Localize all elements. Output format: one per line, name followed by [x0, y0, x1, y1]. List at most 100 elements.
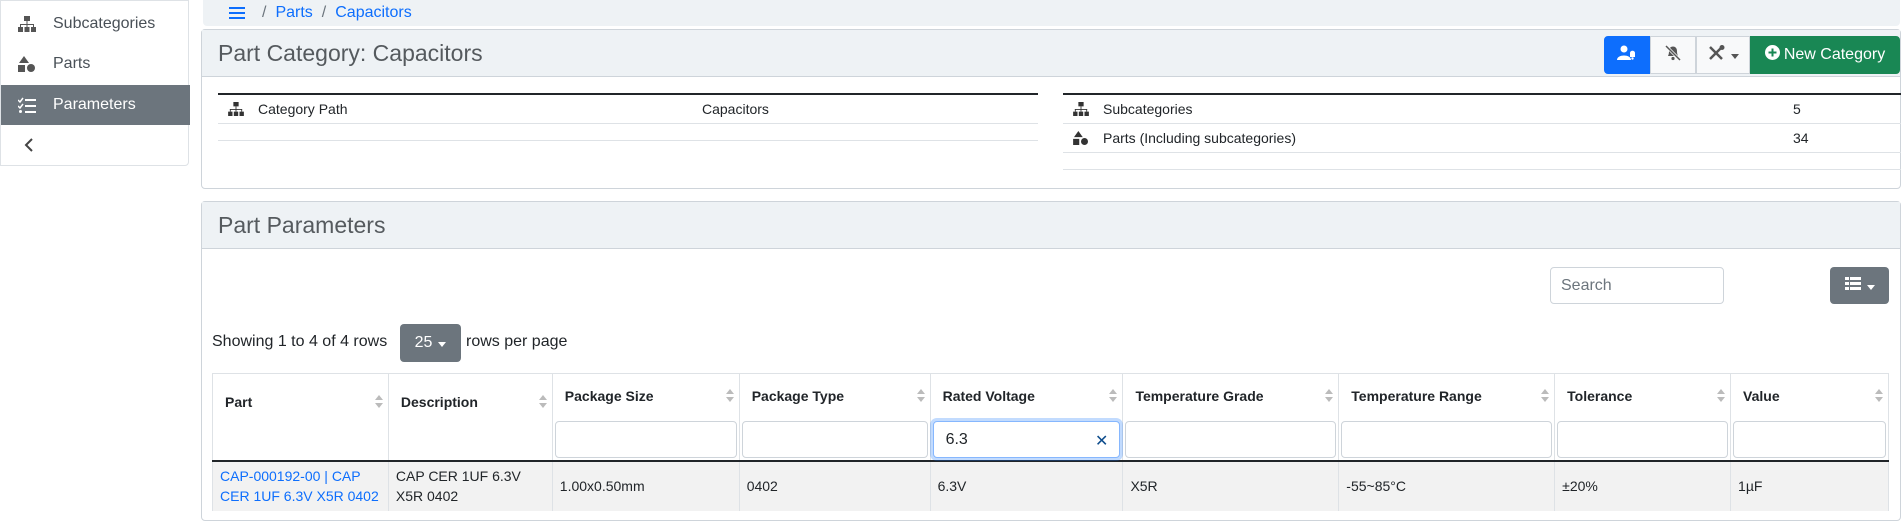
column-header-label: Description	[400, 394, 478, 410]
search-input[interactable]	[1550, 267, 1724, 304]
sort-icon	[374, 395, 383, 408]
filter-rated-voltage[interactable]	[932, 421, 1121, 458]
sort-icon	[538, 395, 547, 408]
breadcrumb-parts-link[interactable]: Parts	[275, 4, 312, 22]
cell-description: CAP CER 1UF 6.3V X5R 0402	[387, 460, 553, 511]
mute-notifications-button[interactable]	[1650, 36, 1696, 74]
parameters-table: Part Description Package Size Package Ty…	[212, 373, 1889, 511]
parts-count-row: Parts (Including subcategories) 34	[1063, 124, 1901, 153]
column-header-temperature-range[interactable]: Temperature Range	[1338, 373, 1556, 462]
empty-row	[218, 124, 1038, 141]
cell-temperature-grade: X5R	[1122, 460, 1340, 511]
sort-icon	[1325, 389, 1334, 402]
cell-package-size: 1.00x0.50mm	[551, 460, 740, 511]
sidebar-item-label: Subcategories	[53, 15, 156, 32]
sort-icon	[1109, 389, 1118, 402]
category-panel: Part Category: Capacitors New Category C…	[201, 29, 1901, 189]
category-options-dropdown[interactable]	[1696, 36, 1750, 74]
subcategories-count-row: Subcategories 5	[1063, 95, 1901, 124]
category-actions: New Category	[1604, 36, 1900, 74]
category-stats-table: Subcategories 5 Parts (Including subcate…	[1063, 93, 1901, 170]
menu-icon[interactable]	[229, 6, 245, 20]
sort-icon	[1541, 389, 1550, 402]
shapes-icon	[15, 56, 39, 72]
tools-icon	[1708, 44, 1726, 66]
part-link[interactable]: CAP-000192-00 | CAP CER 1UF 6.3V X5R 040…	[220, 468, 379, 504]
cell-temperature-range: -55~85°C	[1338, 460, 1556, 511]
new-category-label: New Category	[1783, 46, 1886, 63]
plus-circle-icon	[1764, 45, 1780, 65]
column-header-description[interactable]: Description	[387, 373, 553, 462]
caret-down-icon	[438, 334, 447, 352]
sidebar-item-label: Parameters	[53, 96, 136, 113]
category-path-table: Category Path Capacitors	[218, 93, 1038, 141]
list-icon	[1844, 276, 1861, 295]
bell-slash-icon	[1664, 44, 1682, 66]
category-path-row: Category Path Capacitors	[218, 95, 1038, 124]
subcategories-count: 5	[1793, 101, 1801, 117]
cell-part: CAP-000192-00 | CAP CER 1UF 6.3V X5R 040…	[212, 460, 389, 511]
sidebar-collapse-button[interactable]	[1, 125, 190, 165]
column-header-temperature-grade[interactable]: Temperature Grade	[1122, 373, 1340, 462]
rows-per-page-dropdown[interactable]: 25	[400, 324, 461, 362]
rows-per-page-label: rows per page	[466, 333, 568, 350]
category-panel-header: Part Category: Capacitors New Category	[202, 30, 1900, 77]
sidebar-item-parameters[interactable]: Parameters	[1, 85, 190, 125]
column-header-label: Temperature Range	[1351, 388, 1482, 404]
caret-down-icon	[1866, 277, 1875, 295]
sidebar-item-subcategories[interactable]: Subcategories	[1, 4, 190, 44]
sort-icon	[1875, 389, 1883, 402]
table-header-row: Part Description Package Size Package Ty…	[212, 373, 1889, 462]
chevron-left-icon	[17, 138, 41, 152]
filter-value[interactable]	[1733, 421, 1886, 458]
column-header-label: Part	[225, 394, 253, 410]
shapes-icon	[1069, 131, 1093, 145]
filter-package-type[interactable]	[741, 421, 928, 458]
sitemap-icon	[15, 16, 39, 32]
empty-row	[1063, 153, 1901, 170]
clear-filter-icon[interactable]: ✕	[1095, 431, 1108, 451]
column-header-label: Tolerance	[1567, 388, 1633, 404]
sidebar-item-label: Parts	[53, 55, 91, 72]
cell-rated-voltage: 6.3V	[929, 460, 1124, 511]
table-row: CAP-000192-00 | CAP CER 1UF 6.3V X5R 040…	[212, 460, 1889, 511]
breadcrumb-separator: /	[262, 4, 267, 21]
parameters-title: Part Parameters	[218, 212, 386, 238]
column-header-part[interactable]: Part	[212, 373, 389, 462]
filter-temperature-grade[interactable]	[1125, 421, 1337, 458]
column-header-label: Package Type	[751, 388, 845, 404]
page-title: Part Category: Capacitors	[218, 40, 483, 66]
pagination-info: Showing 1 to 4 of 4 rows	[212, 333, 388, 350]
new-category-button[interactable]: New Category	[1750, 36, 1900, 74]
category-path-label: Category Path	[258, 101, 348, 117]
breadcrumb-capacitors-link[interactable]: Capacitors	[335, 4, 411, 22]
sort-icon	[725, 389, 734, 402]
column-header-package-size[interactable]: Package Size	[551, 373, 740, 462]
user-bell-icon	[1617, 45, 1637, 66]
column-toggle-button[interactable]	[1830, 267, 1889, 304]
filter-temperature-range[interactable]	[1341, 421, 1553, 458]
parts-count: 34	[1793, 130, 1809, 146]
cell-package-type: 0402	[738, 460, 931, 511]
sitemap-icon	[1069, 102, 1093, 116]
column-header-tolerance[interactable]: Tolerance	[1554, 373, 1732, 462]
rows-per-page-value: 25	[414, 334, 433, 351]
breadcrumb: / Parts / Capacitors	[203, 0, 1900, 26]
breadcrumb-separator: /	[321, 4, 327, 21]
column-header-value[interactable]: Value	[1730, 373, 1889, 462]
column-header-package-type[interactable]: Package Type	[738, 373, 931, 462]
column-header-rated-voltage[interactable]: Rated Voltage ✕	[929, 373, 1124, 462]
column-header-label: Package Size	[564, 388, 654, 404]
subcategories-label: Subcategories	[1103, 101, 1193, 117]
caret-down-icon	[1730, 46, 1739, 64]
filter-package-size[interactable]	[554, 421, 737, 458]
column-header-label: Rated Voltage	[942, 388, 1035, 404]
cell-tolerance: ±20%	[1554, 460, 1732, 511]
filter-tolerance[interactable]	[1557, 421, 1729, 458]
sidebar-item-parts[interactable]: Parts	[1, 44, 190, 84]
parts-count-label: Parts (Including subcategories)	[1103, 130, 1296, 146]
cell-value: 1µF	[1730, 460, 1889, 511]
subscribe-button[interactable]	[1604, 36, 1650, 74]
column-header-label: Temperature Grade	[1135, 388, 1264, 404]
sitemap-icon	[224, 102, 248, 116]
